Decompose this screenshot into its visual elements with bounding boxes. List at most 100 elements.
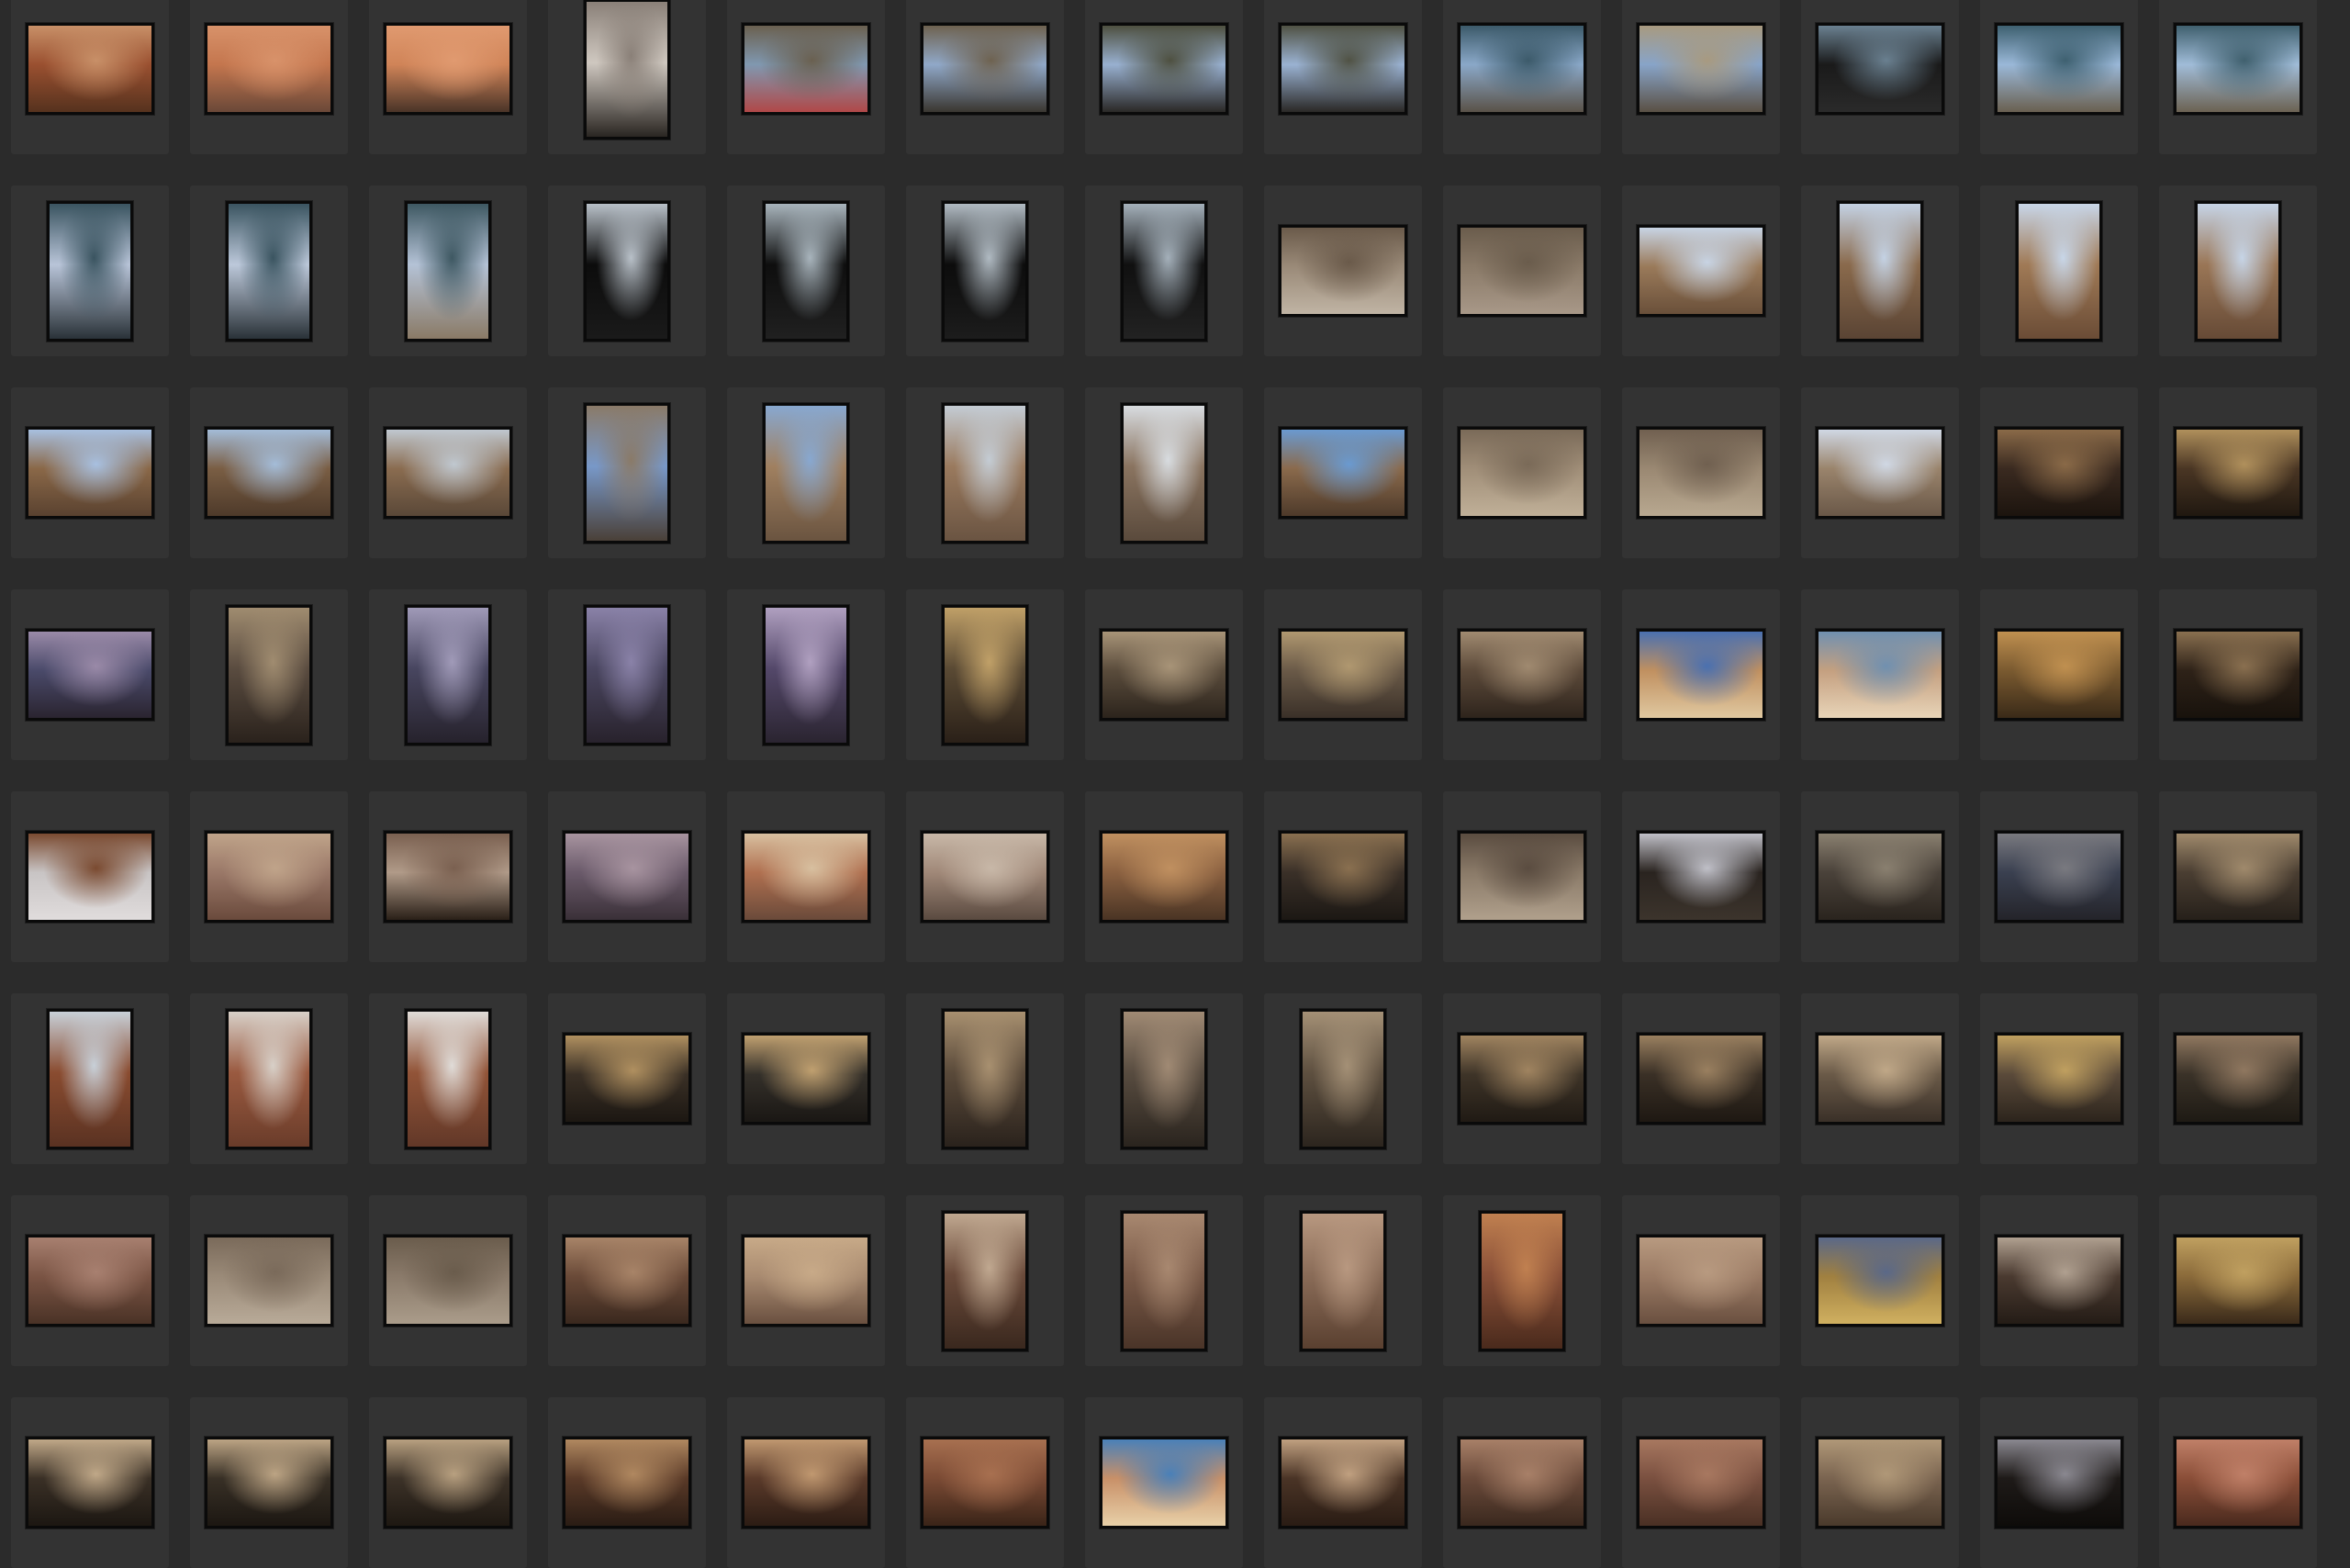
photo-thumbnail-ceiling-fresco-color[interactable] — [1100, 1437, 1228, 1529]
photo-thumbnail-crypt-corridor[interactable] — [742, 1437, 870, 1529]
photo-thumbnail-statue-figure[interactable] — [1279, 1437, 1407, 1529]
thumbnail-cell[interactable] — [1622, 1397, 1780, 1568]
photo-thumbnail-gold-mosaic-dome[interactable] — [2174, 1235, 2302, 1327]
photo-thumbnail-rose-window[interactable] — [26, 831, 154, 923]
photo-thumbnail-church-wall[interactable] — [763, 403, 849, 543]
photo-thumbnail-fresco-medallion[interactable] — [1816, 1437, 1944, 1529]
photo-thumbnail-apse-mosaic[interactable] — [1995, 1033, 2123, 1125]
thumbnail-cell[interactable] — [1801, 185, 1959, 356]
photo-thumbnail-dark-arcade[interactable] — [1121, 201, 1207, 342]
thumbnail-cell[interactable] — [190, 589, 348, 760]
photo-thumbnail-river-panorama[interactable] — [1995, 23, 2123, 115]
photo-thumbnail-nave-altar-dark[interactable] — [563, 1033, 691, 1125]
photo-thumbnail-chapel-arch[interactable] — [1479, 1211, 1565, 1351]
thumbnail-cell[interactable] — [1980, 1195, 2138, 1366]
thumbnail-cell[interactable] — [1980, 993, 2138, 1164]
photo-thumbnail-nave-purple[interactable] — [584, 605, 670, 745]
thumbnail-cell[interactable] — [548, 387, 706, 558]
photo-thumbnail-fresco-chapel[interactable] — [563, 1235, 691, 1327]
photo-thumbnail-nave-warm[interactable] — [2174, 831, 2302, 923]
thumbnail-cell[interactable] — [369, 0, 527, 154]
thumbnail-cell[interactable] — [11, 387, 169, 558]
photo-thumbnail-church-tower-street[interactable] — [1121, 403, 1207, 543]
thumbnail-cell[interactable] — [2159, 993, 2317, 1164]
thumbnail-cell[interactable] — [2159, 387, 2317, 558]
thumbnail-cell[interactable] — [727, 791, 885, 962]
thumbnail-cell[interactable] — [906, 185, 1064, 356]
photo-thumbnail-domed-ceiling[interactable] — [921, 831, 1049, 923]
thumbnail-cell[interactable] — [1801, 1397, 1959, 1568]
thumbnail-cell[interactable] — [1622, 589, 1780, 760]
thumbnail-cell[interactable] — [548, 993, 706, 1164]
thumbnail-cell[interactable] — [1085, 1195, 1243, 1366]
thumbnail-cell[interactable] — [1443, 185, 1601, 356]
photo-thumbnail-interior-benches[interactable] — [1458, 1033, 1586, 1125]
thumbnail-cell[interactable] — [1801, 387, 1959, 558]
thumbnail-cell[interactable] — [190, 0, 348, 154]
thumbnail-cell[interactable] — [906, 993, 1064, 1164]
thumbnail-cell[interactable] — [1801, 993, 1959, 1164]
thumbnail-cell[interactable] — [1980, 387, 2138, 558]
thumbnail-cell[interactable] — [1264, 589, 1422, 760]
photo-thumbnail-nave-dark[interactable] — [1279, 831, 1407, 923]
thumbnail-cell[interactable] — [906, 791, 1064, 962]
photo-thumbnail-narrow-street[interactable] — [584, 403, 670, 543]
photo-thumbnail-brick-altar[interactable] — [921, 1437, 1049, 1529]
thumbnail-cell[interactable] — [1622, 1195, 1780, 1366]
photo-thumbnail-fresco-panel[interactable] — [384, 1235, 512, 1327]
photo-thumbnail-crypt-benches[interactable] — [205, 1437, 333, 1529]
photo-thumbnail-fresco-fragment[interactable] — [205, 831, 333, 923]
thumbnail-cell[interactable] — [727, 0, 885, 154]
thumbnail-cell[interactable] — [906, 589, 1064, 760]
thumbnail-cell[interactable] — [727, 1195, 885, 1366]
photo-thumbnail-fresco-christ[interactable] — [742, 1235, 870, 1327]
photo-thumbnail-covered-bridge-river[interactable] — [1816, 23, 1944, 115]
thumbnail-cell[interactable] — [1622, 791, 1780, 962]
thumbnail-cell[interactable] — [190, 185, 348, 356]
thumbnail-cell[interactable] — [1264, 993, 1422, 1164]
thumbnail-cell[interactable] — [906, 1397, 1064, 1568]
thumbnail-cell[interactable] — [1443, 1397, 1601, 1568]
photo-thumbnail-fresco-wall-tall[interactable] — [1121, 1211, 1207, 1351]
photo-thumbnail-ceiling-fresco[interactable] — [1279, 629, 1407, 721]
thumbnail-cell[interactable] — [369, 1195, 527, 1366]
photo-thumbnail-carved-stone[interactable] — [1458, 427, 1586, 519]
thumbnail-cell[interactable] — [1264, 185, 1422, 356]
photo-thumbnail-dark-arcade[interactable] — [584, 201, 670, 342]
thumbnail-cell[interactable] — [190, 791, 348, 962]
thumbnail-cell[interactable] — [369, 387, 527, 558]
thumbnail-cell[interactable] — [1980, 589, 2138, 760]
photo-thumbnail-church-exterior[interactable] — [26, 427, 154, 519]
photo-thumbnail-church-side[interactable] — [205, 427, 333, 519]
thumbnail-cell[interactable] — [727, 387, 885, 558]
photo-thumbnail-river-bank[interactable] — [1458, 23, 1586, 115]
thumbnail-cell[interactable] — [2159, 185, 2317, 356]
photo-thumbnail-gold-altarpiece[interactable] — [1995, 629, 2123, 721]
photo-thumbnail-tree-red-sculpture[interactable] — [742, 23, 870, 115]
photo-thumbnail-church-portal[interactable] — [942, 403, 1028, 543]
thumbnail-cell[interactable] — [2159, 0, 2317, 154]
photo-thumbnail-interior-benches[interactable] — [1637, 1033, 1765, 1125]
photo-thumbnail-chapel-interior[interactable] — [1100, 629, 1228, 721]
photo-thumbnail-dark-vault[interactable] — [2174, 629, 2302, 721]
photo-thumbnail-fresco-figures[interactable] — [1100, 831, 1228, 923]
thumbnail-cell[interactable] — [190, 993, 348, 1164]
photo-thumbnail-fresco-cycle[interactable] — [1637, 1235, 1765, 1327]
thumbnail-cell[interactable] — [1801, 1195, 1959, 1366]
thumbnail-cell[interactable] — [11, 791, 169, 962]
photo-thumbnail-church-facade[interactable] — [2016, 201, 2102, 342]
photo-thumbnail-nave-altar-dark[interactable] — [742, 1033, 870, 1125]
photo-thumbnail-nave-gold[interactable] — [942, 605, 1028, 745]
thumbnail-cell[interactable] — [1085, 1397, 1243, 1568]
photo-thumbnail-nave-column[interactable] — [226, 605, 312, 745]
photo-thumbnail-nave-arches[interactable] — [563, 831, 691, 923]
thumbnail-cell[interactable] — [1085, 791, 1243, 962]
thumbnail-cell[interactable] — [1443, 589, 1601, 760]
thumbnail-cell[interactable] — [1264, 791, 1422, 962]
photo-thumbnail-dark-chapel[interactable] — [1995, 1437, 2123, 1529]
thumbnail-cell[interactable] — [1622, 387, 1780, 558]
thumbnail-cell[interactable] — [1264, 1195, 1422, 1366]
thumbnail-cell[interactable] — [1980, 185, 2138, 356]
thumbnail-cell[interactable] — [906, 387, 1064, 558]
thumbnail-cell[interactable] — [2159, 1397, 2317, 1568]
